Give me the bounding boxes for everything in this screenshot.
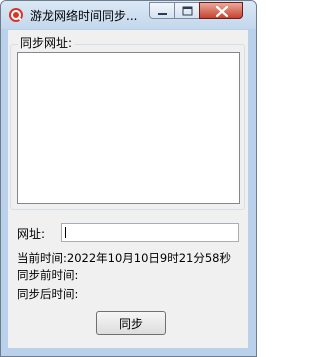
window-title: 游龙网络时间同步...: [30, 9, 138, 23]
window-controls: [149, 2, 243, 20]
sync-url-group-label: 同步网址:: [18, 36, 75, 50]
app-window: 游龙网络时间同步... 同步网址: 网址: 当前时间:2022年10月10日9时…: [0, 0, 257, 357]
after-sync-time-text: 同步后时间:: [17, 287, 79, 301]
client-area: 同步网址: 网址: 当前时间:2022年10月10日9时21分58秒 同步前时间…: [8, 30, 248, 348]
url-input[interactable]: [61, 223, 239, 242]
close-button[interactable]: [199, 2, 243, 19]
maximize-button[interactable]: [174, 2, 199, 19]
minimize-icon: [158, 13, 167, 15]
title-bar[interactable]: 游龙网络时间同步...: [1, 1, 256, 29]
sync-button[interactable]: 同步: [96, 311, 166, 335]
before-sync-time-text: 同步前时间:: [17, 268, 79, 282]
minimize-button[interactable]: [149, 2, 174, 19]
url-label: 网址:: [17, 227, 46, 241]
maximize-icon: [182, 6, 193, 16]
app-logo-icon[interactable]: [8, 7, 24, 23]
sync-url-list[interactable]: [17, 52, 240, 204]
current-time-text: 当前时间:2022年10月10日9时21分58秒: [17, 251, 231, 265]
text-caret: [65, 227, 66, 238]
close-icon: [215, 5, 229, 18]
